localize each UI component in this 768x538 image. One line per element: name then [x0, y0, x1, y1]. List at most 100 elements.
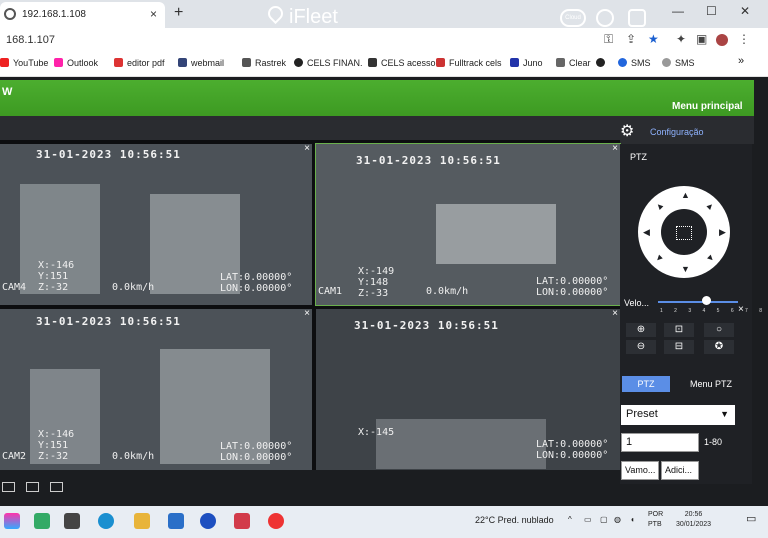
tab-ptz[interactable]: PTZ: [622, 376, 670, 392]
go-to-preset-button[interactable]: Vamo...: [621, 461, 659, 480]
volume-icon[interactable]: ◖: [630, 515, 635, 524]
camera-view-cam3[interactable]: 31-01-2023 10:56:51 × X:-145 LAT:0.00000…: [316, 309, 620, 470]
bookmark-youtube[interactable]: YouTube: [0, 58, 48, 68]
velocity-slider-handle[interactable]: [702, 296, 711, 305]
arrow-left-icon[interactable]: ◀: [643, 227, 650, 238]
video-grid: 31-01-2023 10:56:51 × X:-146 Y:151 Z:-32 C…: [0, 140, 621, 470]
weather-widget[interactable]: 22°C Pred. nublado: [475, 515, 554, 525]
close-view-icon[interactable]: ×: [304, 144, 310, 154]
velocity-label: Velo...: [624, 298, 650, 308]
more-bookmarks[interactable]: »: [738, 55, 744, 67]
youtube-icon: [0, 58, 9, 67]
logout-icon[interactable]: [628, 9, 646, 27]
camera-label: CAM2: [2, 451, 27, 462]
chat-icon: [618, 58, 627, 67]
task-view-icon[interactable]: [64, 513, 80, 529]
star-icon[interactable]: ★: [648, 32, 659, 46]
layout-single-icon[interactable]: [26, 482, 39, 492]
chrome-icon[interactable]: [268, 513, 284, 529]
window-close-icon[interactable]: ✕: [740, 4, 750, 18]
focus-center-icon[interactable]: [676, 226, 692, 240]
zoom-out-icon[interactable]: ⊖: [626, 340, 656, 354]
bookmark-webmail[interactable]: webmail: [178, 58, 224, 68]
arrow-down-icon[interactable]: ▼: [681, 264, 690, 274]
bookmark-cels-finan[interactable]: CELS FINAN.: [294, 58, 363, 68]
extensions-icon[interactable]: ✦: [676, 32, 686, 46]
focus-near-icon[interactable]: ⊡: [664, 323, 694, 337]
close-view-icon[interactable]: ×: [612, 309, 618, 319]
cels-icon: [294, 58, 303, 67]
bookmark-outlook[interactable]: Outlook: [54, 58, 98, 68]
menu-principal-button[interactable]: Menu principal: [672, 101, 743, 112]
anydesk-icon[interactable]: [234, 513, 250, 529]
bookmark-fulltrack[interactable]: Fulltrack cels: [436, 58, 502, 68]
zoom-icon[interactable]: [200, 513, 216, 529]
language-indicator[interactable]: POR PTB: [648, 510, 663, 530]
minimize-icon[interactable]: —: [672, 4, 684, 18]
edge-icon[interactable]: [98, 513, 114, 529]
battery-icon[interactable]: ▭: [584, 515, 592, 524]
bookmark-clear[interactable]: Clear: [556, 58, 591, 68]
close-view-icon[interactable]: ×: [612, 144, 618, 154]
zoom-in-icon[interactable]: ⊕: [626, 323, 656, 337]
iris-close-icon[interactable]: ✪: [704, 340, 734, 354]
display-icon[interactable]: ▢: [600, 515, 608, 524]
browser-tab-bar: 192.168.1.108 × + — ☐ ✕: [0, 0, 768, 28]
camera-gps: LAT:0.00000° LON:0.00000°: [536, 276, 609, 298]
maximize-icon[interactable]: ☐: [706, 4, 717, 18]
preset-select[interactable]: Preset ▼: [621, 405, 735, 425]
camera-gps: LAT:0.00000° LON:0.00000°: [220, 441, 293, 463]
iris-open-icon[interactable]: ○: [704, 323, 734, 337]
user-settings-icon[interactable]: [596, 9, 614, 27]
camera-view-cam4[interactable]: 31-01-2023 10:56:51 × X:-146 Y:151 Z:-32 C…: [0, 144, 312, 305]
fullscreen-icon[interactable]: [2, 482, 15, 492]
key-icon[interactable]: ⚿: [604, 32, 613, 47]
focus-far-icon[interactable]: ⊟: [664, 340, 694, 354]
configuracao-link[interactable]: Configuração: [650, 127, 704, 137]
bookmark-juno[interactable]: Juno: [510, 58, 543, 68]
file-explorer-icon[interactable]: [134, 513, 150, 529]
camera-timestamp: 31-01-2023 10:56:51: [354, 319, 499, 332]
arrow-right-icon[interactable]: ▶: [719, 227, 726, 238]
address-bar[interactable]: 168.1.107 ⚿ ⇪ ★ ✦ ▣ ⋮: [0, 28, 768, 53]
sidebar-icon[interactable]: ▣: [696, 32, 707, 46]
arrow-up-icon[interactable]: ▲: [681, 190, 690, 200]
new-tab-button[interactable]: +: [174, 4, 183, 22]
bookmark-rastrek[interactable]: Rastrek: [242, 58, 286, 68]
camera-speed: 0.0km/h: [426, 286, 469, 297]
bookmark-sms-2[interactable]: SMS: [662, 58, 695, 68]
share-icon[interactable]: ⇪: [626, 32, 636, 46]
mail-icon[interactable]: [168, 513, 184, 529]
widgets-icon[interactable]: [4, 513, 20, 529]
close-view-icon[interactable]: ×: [304, 309, 310, 319]
clock[interactable]: 20:56 30/01/2023: [676, 510, 711, 530]
velocity-slider[interactable]: [658, 301, 738, 303]
tray-chevron-icon[interactable]: ^: [568, 515, 572, 524]
preset-value: Preset: [626, 408, 658, 420]
gear-icon[interactable]: ⚙: [620, 121, 634, 141]
clear-icon: [556, 58, 565, 67]
add-preset-button[interactable]: Adici...: [661, 461, 699, 480]
profile-avatar[interactable]: [716, 34, 728, 46]
browser-tab[interactable]: 192.168.1.108 ×: [0, 2, 165, 28]
ptz-close-icon[interactable]: ×: [738, 304, 744, 315]
camera-coords: X:-146 Y:151 Z:-32: [38, 260, 75, 293]
camera-view-cam1[interactable]: 31-01-2023 10:56:51 × X:-149 Y:148 Z:-33 C…: [315, 143, 621, 306]
camera-gps: LAT:0.00000° LON:0.00000°: [220, 272, 293, 294]
camera-view-cam2[interactable]: 31-01-2023 10:56:51 × X:-146 Y:151 Z:-32 C…: [0, 309, 312, 470]
preset-number-input[interactable]: 1: [621, 433, 699, 452]
app-icon[interactable]: [34, 513, 50, 529]
bookmark-editor-pdf[interactable]: editor pdf: [114, 58, 165, 68]
bookmark-cels-acesso[interactable]: CELS acesso: [368, 58, 436, 68]
webmail-icon: [178, 58, 187, 67]
more-menu-icon[interactable]: ⋮: [738, 32, 750, 46]
bookmark-generic[interactable]: [596, 58, 609, 68]
cloud-button[interactable]: Cloud: [560, 9, 586, 27]
url-text: 168.1.107: [6, 34, 55, 46]
tab-menu-ptz[interactable]: Menu PTZ: [680, 376, 742, 392]
tab-close-icon[interactable]: ×: [150, 7, 157, 21]
bookmark-sms-1[interactable]: SMS: [618, 58, 651, 68]
notifications-icon[interactable]: ▭: [746, 512, 756, 525]
layout-grid-icon[interactable]: [50, 482, 63, 492]
network-icon[interactable]: ◍: [614, 515, 621, 524]
